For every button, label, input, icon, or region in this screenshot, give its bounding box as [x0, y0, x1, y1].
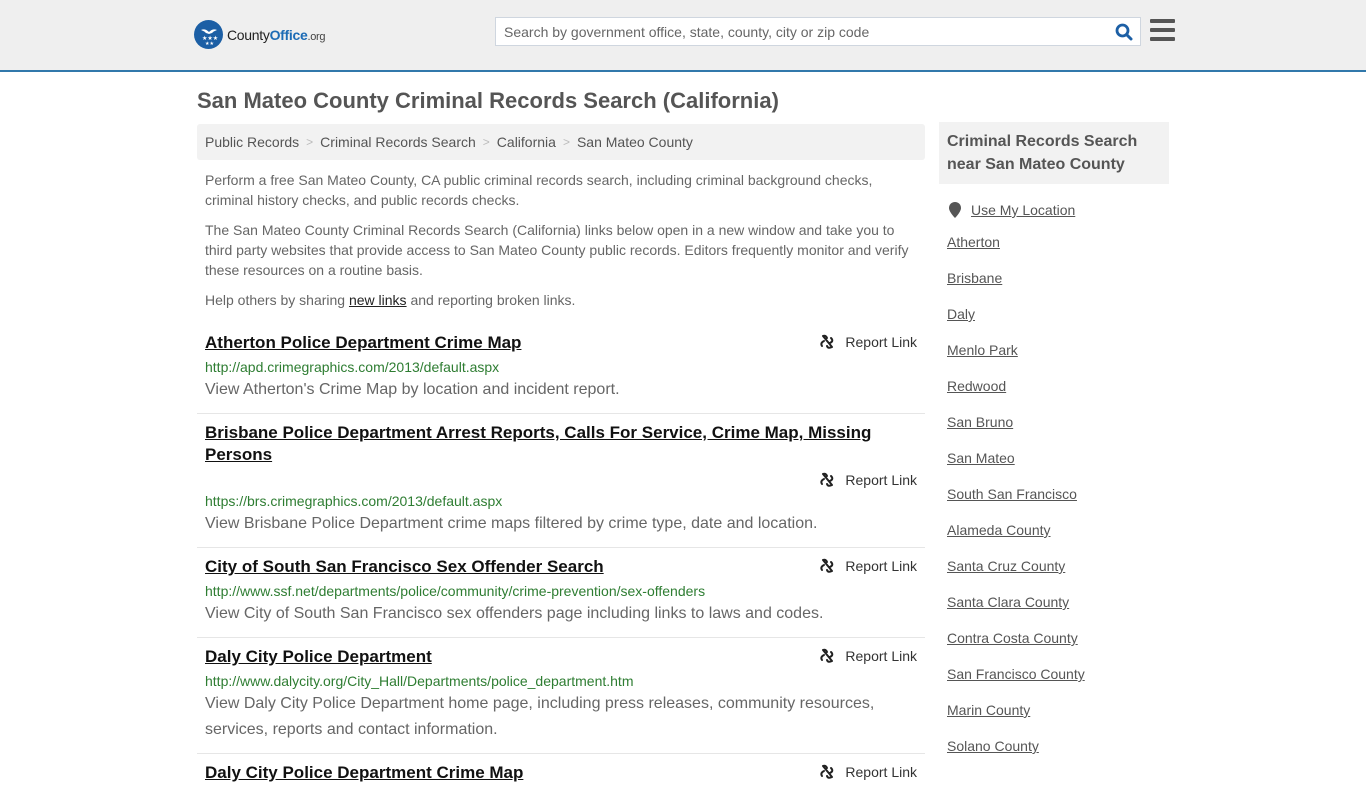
result-title-link[interactable]: City of South San Francisco Sex Offender…: [205, 556, 604, 578]
result-url: http://www.ssf.net/departments/police/co…: [205, 583, 706, 599]
report-link-button[interactable]: Report Link: [819, 764, 917, 780]
nearby-link[interactable]: Atherton: [947, 234, 1000, 250]
nearby-link-item: San Mateo: [947, 440, 1169, 476]
broken-link-icon: [820, 558, 834, 573]
report-link-button[interactable]: Report Link: [819, 334, 917, 350]
page-title: San Mateo County Criminal Records Search…: [197, 88, 779, 113]
nearby-link-item: Solano County: [947, 728, 1169, 764]
site-logo[interactable]: ★★★ ★★ CountyOffice.org: [194, 20, 326, 49]
result-item: Daly City Police Department Crime Map Re…: [197, 754, 925, 794]
eagle-logo-icon: ★★★ ★★: [194, 20, 223, 49]
hamburger-menu-icon-bar: [1150, 28, 1175, 32]
svg-text:★★: ★★: [205, 41, 214, 45]
nearby-link-item: Santa Clara County: [947, 584, 1169, 620]
breadcrumb: Public Records > Criminal Records Search…: [197, 124, 925, 160]
nearby-link[interactable]: Santa Cruz County: [947, 558, 1065, 574]
broken-link-icon: [820, 648, 834, 663]
result-url: http://apd.crimegraphics.com/2013/defaul…: [205, 359, 500, 375]
nearby-link[interactable]: San Bruno: [947, 414, 1013, 430]
result-description: View Daly City Police Department home pa…: [205, 695, 875, 738]
breadcrumb-criminal-records-search[interactable]: Criminal Records Search: [320, 134, 476, 150]
sidebar-title: Criminal Records Search near San Mateo C…: [939, 122, 1169, 184]
result-title-link[interactable]: Daly City Police Department Crime Map: [205, 762, 523, 784]
result-description: View Atherton's Crime Map by location an…: [205, 381, 620, 398]
nearby-link-item: Contra Costa County: [947, 620, 1169, 656]
result-title-link[interactable]: Daly City Police Department: [205, 646, 432, 668]
breadcrumb-california[interactable]: California: [497, 134, 556, 150]
map-pin-icon: [949, 202, 961, 218]
nearby-link-item: Santa Cruz County: [947, 548, 1169, 584]
intro-paragraph: Perform a free San Mateo County, CA publ…: [205, 172, 873, 208]
result-description: View City of South San Francisco sex off…: [205, 605, 824, 622]
search-icon: [1115, 23, 1133, 40]
nearby-link-item: San Francisco County: [947, 656, 1169, 692]
broken-link-icon: [820, 472, 834, 487]
report-link-button[interactable]: Report Link: [819, 558, 917, 574]
hamburger-menu-icon-bar: [1150, 19, 1175, 23]
nearby-link[interactable]: Solano County: [947, 738, 1039, 754]
result-url: https://brs.crimegraphics.com/2013/defau…: [205, 493, 503, 509]
result-item: Atherton Police Department Crime Map Rep…: [197, 320, 925, 414]
nearby-link[interactable]: Menlo Park: [947, 342, 1018, 358]
result-title-link[interactable]: Atherton Police Department Crime Map: [205, 332, 521, 354]
nearby-link[interactable]: Redwood: [947, 378, 1006, 394]
main-content: Public Records > Criminal Records Search…: [197, 124, 925, 794]
nearby-link-item: Alameda County: [947, 512, 1169, 548]
report-link-button[interactable]: Report Link: [819, 648, 917, 664]
breadcrumb-san-mateo-county[interactable]: San Mateo County: [577, 134, 693, 150]
nearby-link[interactable]: South San Francisco: [947, 486, 1077, 502]
use-my-location-link[interactable]: Use My Location: [971, 202, 1075, 218]
nearby-link-item: Brisbane: [947, 260, 1169, 296]
breadcrumb-public-records[interactable]: Public Records: [205, 134, 299, 150]
search-button[interactable]: [1108, 18, 1140, 45]
logo-wordmark: CountyOffice.org: [227, 26, 326, 43]
nearby-link[interactable]: San Mateo: [947, 450, 1015, 466]
new-links-link[interactable]: new links: [349, 292, 407, 308]
result-url: http://www.dalycity.org/City_Hall/Depart…: [205, 673, 634, 689]
site-header: ★★★ ★★ CountyOffice.org: [0, 0, 1366, 72]
help-paragraph: Help others by sharing new links and rep…: [205, 292, 576, 308]
use-my-location: Use My Location: [939, 202, 1169, 218]
hamburger-menu-icon-bar: [1150, 37, 1175, 41]
nearby-link-item: Atherton: [947, 224, 1169, 260]
nearby-link-item: San Bruno: [947, 404, 1169, 440]
nearby-link-item: South San Francisco: [947, 476, 1169, 512]
nearby-link[interactable]: Contra Costa County: [947, 630, 1078, 646]
result-item: City of South San Francisco Sex Offender…: [197, 548, 925, 638]
result-title-link[interactable]: Brisbane Police Department Arrest Report…: [205, 423, 871, 464]
nearby-link-item: Marin County: [947, 692, 1169, 728]
nearby-link[interactable]: San Francisco County: [947, 666, 1085, 682]
search-bar: [495, 17, 1141, 46]
nearby-link[interactable]: Marin County: [947, 702, 1030, 718]
nearby-link[interactable]: Alameda County: [947, 522, 1051, 538]
result-item: Daly City Police Department Report Link …: [197, 638, 925, 754]
breadcrumb-separator: >: [306, 135, 314, 149]
result-item: Brisbane Police Department Arrest Report…: [197, 414, 925, 548]
nearby-link[interactable]: Daly: [947, 306, 975, 322]
nearby-link[interactable]: Santa Clara County: [947, 594, 1069, 610]
intro-text: Perform a free San Mateo County, CA publ…: [197, 160, 925, 310]
report-link-button[interactable]: Report Link: [819, 472, 917, 488]
breadcrumb-separator: >: [562, 135, 570, 149]
broken-link-icon: [820, 764, 834, 779]
hamburger-menu-button[interactable]: [1150, 19, 1175, 41]
intro-paragraph: The San Mateo County Criminal Records Se…: [205, 222, 909, 278]
search-input[interactable]: [496, 18, 1108, 45]
nearby-link-item: Daly: [947, 296, 1169, 332]
nearby-link[interactable]: Brisbane: [947, 270, 1002, 286]
nearby-link-item: Redwood: [947, 368, 1169, 404]
result-description: View Brisbane Police Department crime ma…: [205, 515, 818, 532]
nearby-sidebar: Criminal Records Search near San Mateo C…: [939, 122, 1169, 764]
breadcrumb-separator: >: [482, 135, 490, 149]
nearby-link-item: Menlo Park: [947, 332, 1169, 368]
nearby-links-list: Atherton Brisbane Daly Menlo Park Redwoo…: [939, 224, 1169, 764]
broken-link-icon: [820, 334, 834, 349]
